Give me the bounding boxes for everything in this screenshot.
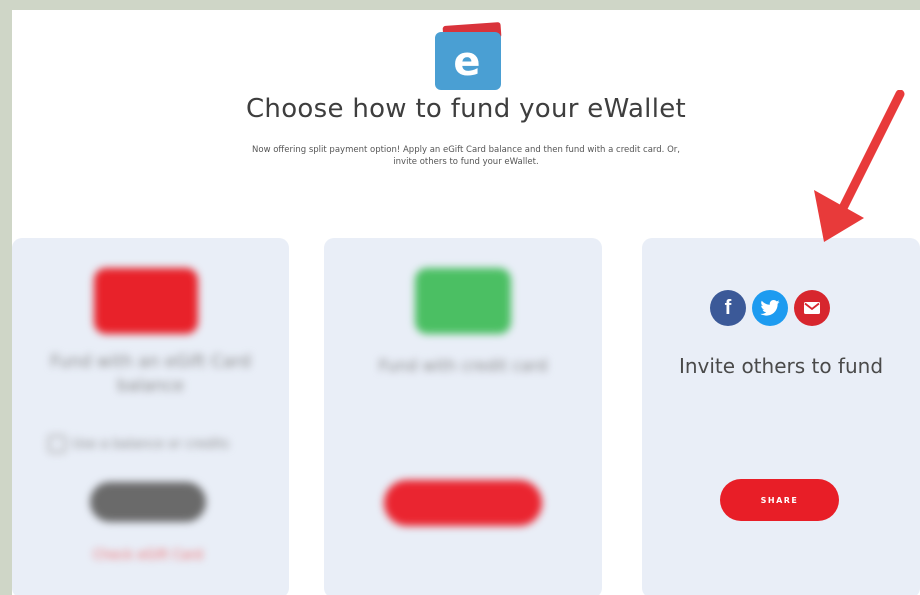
red-arrow-annotation (814, 90, 905, 242)
facebook-icon[interactable]: f (710, 290, 746, 326)
balance-option-text: Use a balance or credits (72, 436, 230, 452)
credit-card-option[interactable]: Fund with credit card (324, 238, 602, 595)
credit-card-label: Fund with credit card (378, 356, 548, 375)
ewallet-logo-icon: e (435, 22, 502, 90)
checkbox[interactable] (48, 435, 66, 453)
invite-option[interactable]: f Invite others to fund SHARE (642, 238, 920, 595)
egift-apply-button[interactable] (90, 482, 206, 522)
egift-card-icon (94, 268, 198, 334)
credit-card-icon (415, 268, 511, 334)
check-egift-link[interactable]: Check eGift Card (78, 548, 218, 563)
egift-option-label: Fund with an eGift Card balance (50, 352, 251, 396)
share-button[interactable]: SHARE (720, 479, 839, 521)
page-subtitle: Now offering split payment option! Apply… (252, 145, 680, 167)
balance-option-row[interactable]: Use a balance or credits (48, 433, 258, 455)
fund-page: e Choose how to fund your eWallet Now of… (12, 10, 920, 595)
svg-text:e: e (453, 39, 480, 85)
credit-card-fund-button[interactable] (384, 480, 542, 526)
twitter-icon[interactable] (752, 290, 788, 326)
page-title: Choose how to fund your eWallet (245, 94, 687, 124)
email-icon[interactable] (794, 290, 830, 326)
social-icons: f (710, 290, 830, 328)
invite-label: Invite others to fund (678, 354, 884, 378)
egift-card-option[interactable]: Fund with an eGift Card balance Use a ba… (12, 238, 289, 595)
